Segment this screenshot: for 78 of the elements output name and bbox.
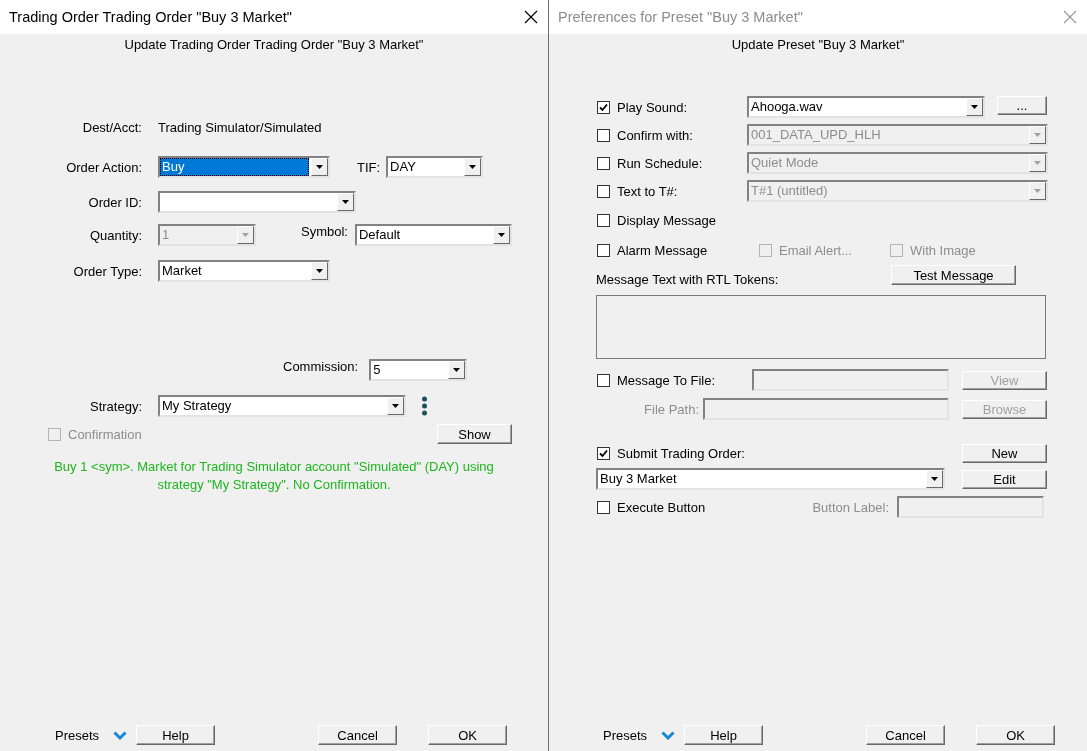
checkbox[interactable] xyxy=(597,373,610,387)
caret-icon xyxy=(342,200,349,204)
browse-button[interactable]: ... xyxy=(997,96,1047,115)
checkbox[interactable] xyxy=(597,500,610,514)
caret-icon xyxy=(1034,161,1041,165)
cancel-button[interactable]: Cancel xyxy=(318,725,398,745)
test-message-button[interactable]: Test Message xyxy=(891,265,1016,285)
close-icon[interactable] xyxy=(524,10,538,24)
caret-icon xyxy=(316,165,323,169)
checkbox-label: Confirmation xyxy=(68,426,142,442)
caret-icon xyxy=(931,477,938,481)
dropdown[interactable]: 5 xyxy=(369,359,468,381)
checkbox-label: Play Sound: xyxy=(617,99,689,115)
dropdown[interactable]: Default xyxy=(354,224,512,246)
caret-icon xyxy=(1034,189,1041,193)
checkbox[interactable] xyxy=(597,100,610,114)
checkbox-label: Execute Button xyxy=(617,499,707,515)
field-label: File Path: xyxy=(643,401,699,417)
checkbox[interactable] xyxy=(597,446,610,460)
checkbox-label: Confirm with: xyxy=(617,127,694,143)
new-button[interactable]: New xyxy=(962,443,1047,463)
field-label: Button Label: xyxy=(811,499,889,515)
dropdown[interactable] xyxy=(158,191,356,213)
field-label: Message Text with RTL Tokens: xyxy=(596,272,780,287)
window-title: Preferences for Preset "Buy 3 Market" xyxy=(558,9,804,25)
checkbox-label: Display Message xyxy=(617,212,716,228)
dropdown[interactable]: Buy 3 Market xyxy=(596,468,945,490)
caret-icon xyxy=(971,105,978,109)
presets-label: Presets xyxy=(55,727,100,743)
field-label: Commission: xyxy=(283,359,359,374)
checkbox[interactable] xyxy=(597,213,610,227)
dropdown[interactable]: Ahooga.wav xyxy=(747,96,985,118)
help-button[interactable]: Help xyxy=(136,725,216,745)
dropdown[interactable]: Market xyxy=(158,260,330,282)
cancel-button[interactable]: Cancel xyxy=(866,725,946,745)
caret-icon xyxy=(497,233,505,237)
field-label: Order Action: xyxy=(65,159,142,175)
dropdown[interactable]: DAY xyxy=(386,156,484,178)
dropdown[interactable]: Buy xyxy=(158,156,330,178)
checkbox-label: Run Schedule: xyxy=(617,155,704,171)
caret-icon xyxy=(469,165,477,169)
checkmark-icon xyxy=(599,102,608,112)
dialog-heading: Update Preset "Buy 3 Market" xyxy=(730,36,906,54)
show-button[interactable]: Show xyxy=(437,424,512,444)
dialog-heading: Update Trading Order Trading Order "Buy 3 Market" xyxy=(123,36,425,54)
caret-icon xyxy=(242,233,249,237)
field-label: Symbol: xyxy=(301,224,348,239)
edit-button[interactable]: Edit xyxy=(962,469,1047,489)
field-label: Quantity: xyxy=(88,227,142,243)
message-text-area[interactable] xyxy=(596,295,1046,359)
checkbox-label: Alarm Message xyxy=(617,242,709,258)
field-label: TIF: xyxy=(357,159,381,175)
chevron-down-icon[interactable] xyxy=(113,730,128,740)
field-label: Order ID: xyxy=(87,194,142,210)
field-label: Dest/Acct: xyxy=(81,119,142,135)
checkmark-icon xyxy=(599,448,608,458)
caret-icon xyxy=(392,404,399,408)
order-summary: Buy 1 <sym>. Market for Trading Simulator account "Simulated" (DAY) using strategy "My Strategy". No Confirmation. xyxy=(53,458,495,494)
kebab-menu-icon[interactable] xyxy=(422,396,427,416)
caret-icon xyxy=(316,269,323,273)
presets-label: Presets xyxy=(603,727,648,743)
field-label: Order Type: xyxy=(72,263,142,279)
checkbox-label: Message To File: xyxy=(617,372,717,388)
caret-icon xyxy=(1034,133,1041,137)
checkbox-label: Text to T#: xyxy=(617,183,679,199)
ok-button[interactable]: OK xyxy=(976,725,1056,745)
help-button[interactable]: Help xyxy=(684,725,764,745)
field-value: Trading Simulator/Simulated xyxy=(158,119,322,135)
checkbox-label: With Image xyxy=(910,242,976,258)
checkbox[interactable] xyxy=(597,243,610,257)
ok-button[interactable]: OK xyxy=(428,725,508,745)
field-label: Strategy: xyxy=(88,398,142,414)
dropdown[interactable]: My Strategy xyxy=(158,395,406,417)
checkbox-label: Submit Trading Order: xyxy=(617,445,745,461)
checkbox-label: Email Alert... xyxy=(779,242,853,258)
chevron-down-icon[interactable] xyxy=(661,730,676,740)
window-title: Trading Order Trading Order "Buy 3 Market" xyxy=(9,9,293,25)
caret-icon xyxy=(453,368,461,372)
